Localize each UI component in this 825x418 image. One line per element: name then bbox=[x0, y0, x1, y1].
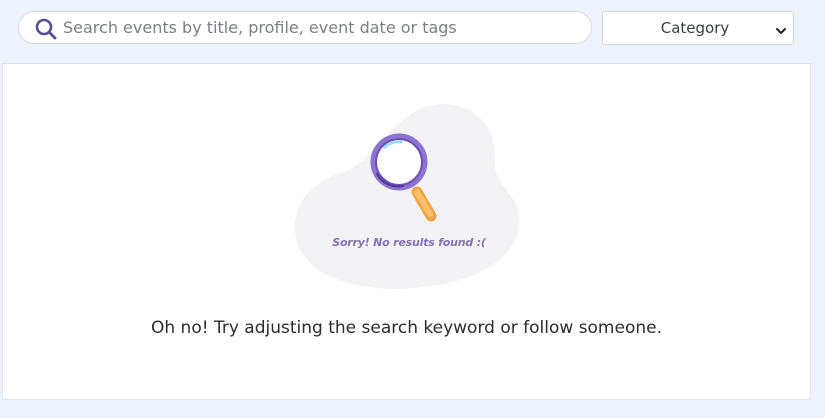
no-results-illustration: Sorry! No results found :( bbox=[293, 102, 525, 292]
search-icon[interactable] bbox=[34, 17, 58, 41]
chevron-down-icon bbox=[775, 23, 787, 34]
category-select-value: Category bbox=[660, 19, 730, 37]
search-bar[interactable] bbox=[18, 11, 592, 44]
search-input[interactable] bbox=[63, 12, 583, 43]
category-select[interactable]: Category bbox=[602, 11, 794, 45]
background-blob bbox=[294, 104, 520, 289]
empty-state-message: Oh no! Try adjusting the search keyword … bbox=[151, 318, 662, 338]
no-results-graphic bbox=[294, 104, 520, 289]
no-results-text: Sorry! No results found :( bbox=[332, 236, 486, 249]
results-panel: Sorry! No results found :( Oh no! Try ad… bbox=[2, 63, 811, 400]
